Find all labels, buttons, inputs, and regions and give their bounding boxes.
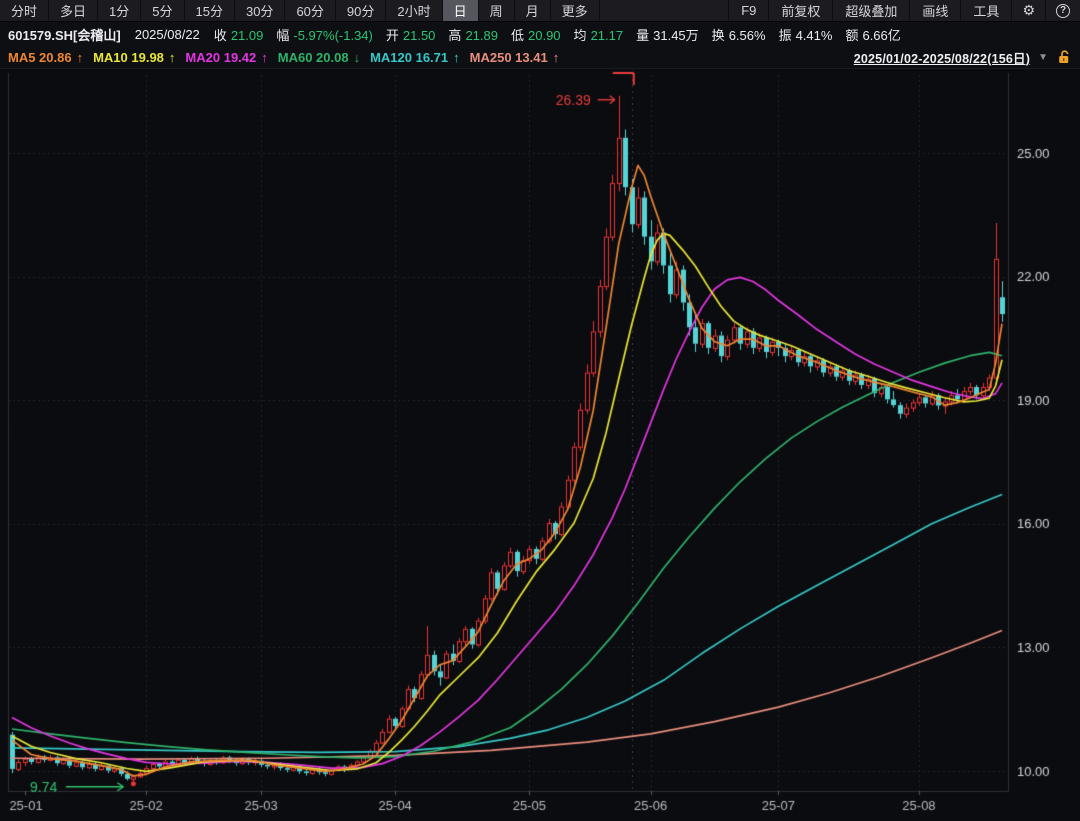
field-label: 额	[845, 28, 858, 43]
arrow-up-icon: ↑	[553, 50, 560, 65]
quote-field-开: 开 21.50	[386, 28, 436, 43]
quote-field-振: 振 4.41%	[779, 28, 833, 43]
tab-60分[interactable]: 60分	[285, 0, 335, 21]
tab-周[interactable]: 周	[479, 0, 515, 21]
ma-value-MA20: MA20 19.42 ↑	[185, 50, 267, 65]
toolbar-button-超级叠加[interactable]: 超级叠加	[832, 0, 909, 21]
field-label: 幅	[276, 28, 289, 43]
ma-text: MA120 16.71	[370, 50, 448, 65]
ma-value-MA120: MA120 16.71 ↑	[370, 50, 460, 65]
quote-field-量: 量 31.45万	[636, 28, 699, 43]
range-area: 2025/01/02-2025/08/22(156日) ▼	[854, 48, 1080, 67]
toolbar-spacer	[600, 0, 729, 21]
ma-value-MA10: MA10 19.98 ↑	[93, 50, 175, 65]
tab-2小时[interactable]: 2小时	[386, 0, 442, 21]
ma-text: MA250 13.41	[470, 50, 548, 65]
field-label: 均	[574, 28, 587, 43]
quote-field-高: 高 21.89	[448, 28, 498, 43]
quote-field-低: 低 20.90	[511, 28, 561, 43]
tab-分时[interactable]: 分时	[0, 0, 49, 21]
field-value: 20.90	[528, 28, 561, 43]
arrow-down-icon: ↓	[354, 50, 361, 65]
ma-value-MA60: MA60 20.08 ↓	[278, 50, 360, 65]
quote-field-换: 换 6.56%	[712, 28, 766, 43]
field-label: 量	[636, 28, 649, 43]
field-value: 6.66亿	[862, 28, 900, 43]
tab-30分[interactable]: 30分	[235, 0, 285, 21]
field-label: 高	[448, 28, 461, 43]
quote-field-额: 额 6.66亿	[845, 28, 900, 43]
tab-日[interactable]: 日	[443, 0, 479, 21]
help-glyph: ?	[1056, 4, 1070, 18]
field-label: 振	[779, 28, 792, 43]
field-label: 低	[511, 28, 524, 43]
ma-text: MA60 20.08	[278, 50, 349, 65]
arrow-up-icon: ↑	[169, 50, 176, 65]
quote-fields: 收 21.09 幅 -5.97%(-1.34) 开 21.50 高 21.89 低 20.90 均2…	[214, 25, 914, 44]
unlock-icon[interactable]	[1058, 50, 1070, 64]
arrow-up-icon: ↑	[77, 50, 84, 65]
quote-date: 2025/08/22	[135, 27, 200, 42]
ma-value-MA250: MA250 13.41 ↑	[470, 50, 560, 65]
ma-text: MA10 19.98	[93, 50, 164, 65]
candlestick-chart[interactable]	[0, 68, 1080, 821]
toolbar-button-前复权[interactable]: 前复权	[768, 0, 832, 21]
toolbar-actions: F9前复权超级叠加画线工具⚙?	[728, 0, 1080, 21]
quote-field-均: 均 21.17	[574, 28, 624, 43]
chevron-down-icon[interactable]: ▼	[1038, 52, 1048, 63]
stock-symbol: 601579.SH[会稽山]	[8, 25, 121, 44]
tab-5分[interactable]: 5分	[141, 0, 184, 21]
ma-value-MA5: MA5 20.86 ↑	[8, 50, 83, 65]
period-toolbar: 分时多日1分5分15分30分60分90分2小时日周月更多 F9前复权超级叠加画线…	[0, 0, 1080, 22]
field-label: 换	[712, 28, 725, 43]
tab-15分[interactable]: 15分	[185, 0, 235, 21]
field-value: 21.50	[403, 28, 436, 43]
field-value: 31.45万	[653, 28, 699, 43]
tab-90分[interactable]: 90分	[336, 0, 386, 21]
tab-更多[interactable]: 更多	[551, 0, 600, 21]
quote-field-幅: 幅 -5.97%(-1.34)	[276, 28, 373, 43]
help-icon[interactable]: ?	[1045, 0, 1080, 21]
ma-indicator-bar: MA5 20.86 ↑ MA10 19.98 ↑ MA20 19.42 ↑ MA60 20.…	[0, 46, 1080, 68]
field-value: 21.09	[231, 28, 264, 43]
toolbar-button-F9[interactable]: F9	[728, 0, 768, 21]
ma-values: MA5 20.86 ↑ MA10 19.98 ↑ MA20 19.42 ↑ MA60 20.…	[8, 50, 569, 65]
stock-chart-app: 分时多日1分5分15分30分60分90分2小时日周月更多 F9前复权超级叠加画线…	[0, 0, 1080, 821]
field-label: 开	[386, 28, 399, 43]
arrow-up-icon: ↑	[453, 50, 460, 65]
toolbar-button-工具[interactable]: 工具	[960, 0, 1011, 21]
gear-icon[interactable]: ⚙	[1011, 0, 1045, 21]
field-value: 6.56%	[729, 28, 766, 43]
ma-text: MA5 20.86	[8, 50, 72, 65]
quote-info-bar: 601579.SH[会稽山] 2025/08/22 收 21.09 幅 -5.97%(…	[0, 22, 1080, 46]
arrow-up-icon: ↑	[261, 50, 268, 65]
tab-月[interactable]: 月	[515, 0, 551, 21]
field-value: -5.97%(-1.34)	[293, 28, 372, 43]
ma-text: MA20 19.42	[185, 50, 256, 65]
toolbar-button-画线[interactable]: 画线	[909, 0, 960, 21]
field-value: 21.89	[465, 28, 498, 43]
tab-多日[interactable]: 多日	[49, 0, 98, 21]
field-label: 收	[214, 28, 227, 43]
date-range-label[interactable]: 2025/01/02-2025/08/22(156日)	[854, 48, 1030, 67]
quote-field-收: 收 21.09	[214, 28, 264, 43]
field-value: 4.41%	[796, 28, 833, 43]
tab-1分[interactable]: 1分	[98, 0, 141, 21]
field-value: 21.17	[591, 28, 624, 43]
period-tabs: 分时多日1分5分15分30分60分90分2小时日周月更多	[0, 0, 600, 21]
